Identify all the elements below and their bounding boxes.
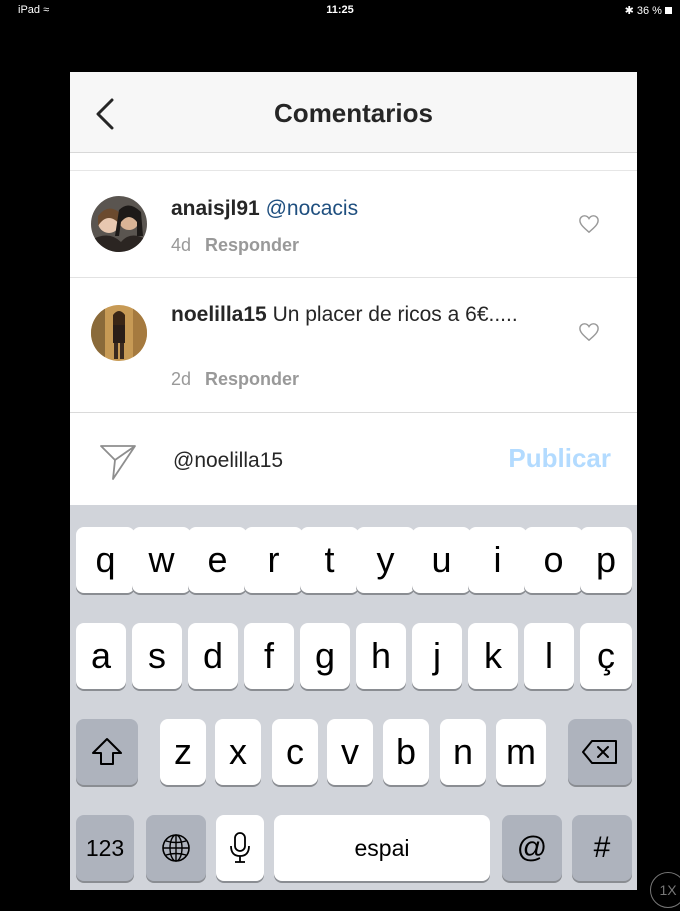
heart-icon[interactable]: [578, 322, 600, 342]
key[interactable]: b: [383, 719, 429, 785]
comment-composer: @noelilla15 Publicar: [70, 412, 637, 505]
at-key[interactable]: @: [502, 815, 562, 881]
key[interactable]: q: [76, 527, 135, 593]
key[interactable]: z: [160, 719, 206, 785]
comment-input[interactable]: @noelilla15: [173, 449, 283, 473]
avatar[interactable]: [91, 196, 147, 252]
key[interactable]: c: [272, 719, 318, 785]
key[interactable]: d: [188, 623, 238, 689]
key[interactable]: y: [356, 527, 415, 593]
key[interactable]: l: [524, 623, 574, 689]
key[interactable]: k: [468, 623, 518, 689]
status-bar: iPad ≈ 11:25 ✱ 36 %: [0, 0, 680, 22]
microphone-icon: [230, 832, 250, 863]
comment-text: anaisjl91 @nocacis: [171, 196, 561, 222]
comment-mention[interactable]: @nocacis: [266, 197, 359, 220]
backspace-icon: [582, 740, 617, 764]
battery-level: 36 %: [636, 5, 662, 17]
zoom-badge[interactable]: 1X: [650, 872, 680, 908]
header: Comentarios: [70, 72, 637, 153]
key[interactable]: h: [356, 623, 406, 689]
key[interactable]: j: [412, 623, 462, 689]
key[interactable]: u: [412, 527, 471, 593]
comment-username[interactable]: anaisjl91: [171, 197, 260, 220]
key[interactable]: e: [188, 527, 247, 593]
key[interactable]: f: [244, 623, 294, 689]
key[interactable]: t: [300, 527, 359, 593]
space-key[interactable]: espai: [274, 815, 490, 881]
reply-button[interactable]: Responder: [205, 235, 299, 255]
key[interactable]: w: [132, 527, 191, 593]
comments-panel: Comentarios anaisjl91 @nocacis 4d Respond…: [70, 72, 637, 505]
globe-key[interactable]: [146, 815, 206, 881]
key[interactable]: r: [244, 527, 303, 593]
backspace-key[interactable]: [568, 719, 632, 785]
key[interactable]: ç: [580, 623, 632, 689]
comment-username[interactable]: noelilla15: [171, 303, 267, 326]
avatar[interactable]: [91, 305, 147, 361]
comment-meta: 2d Responder: [171, 369, 299, 390]
key[interactable]: g: [300, 623, 350, 689]
comment-item: noelilla15 Un placer de ricos a 6€..... …: [70, 278, 637, 412]
hash-key[interactable]: #: [572, 815, 632, 881]
comment-text: noelilla15 Un placer de ricos a 6€.....: [171, 302, 561, 328]
key[interactable]: v: [327, 719, 373, 785]
comment-meta: 4d Responder: [171, 235, 299, 256]
on-screen-keyboard: q w e r t y u i o p a s d f g h j k l ç …: [70, 505, 637, 890]
numbers-key[interactable]: 123: [76, 815, 134, 881]
send-icon[interactable]: [98, 441, 138, 481]
shift-icon: [92, 738, 122, 765]
key[interactable]: x: [215, 719, 261, 785]
key[interactable]: n: [440, 719, 486, 785]
comment-body: Un placer de ricos a 6€.....: [272, 303, 518, 326]
publish-button[interactable]: Publicar: [508, 443, 611, 474]
key[interactable]: a: [76, 623, 126, 689]
status-time: 11:25: [326, 4, 354, 16]
page-title: Comentarios: [274, 98, 433, 128]
key[interactable]: o: [524, 527, 583, 593]
heart-icon[interactable]: [578, 214, 600, 234]
battery-icon: [665, 7, 672, 14]
key[interactable]: p: [580, 527, 632, 593]
key[interactable]: s: [132, 623, 182, 689]
shift-key[interactable]: [76, 719, 138, 785]
globe-icon: [162, 834, 190, 862]
status-right: ✱ 36 %: [625, 4, 672, 17]
comment-item: anaisjl91 @nocacis 4d Responder: [70, 171, 637, 278]
key[interactable]: m: [496, 719, 546, 785]
comment-age: 4d: [171, 235, 192, 255]
comment-age: 2d: [171, 369, 192, 389]
reply-button[interactable]: Responder: [205, 369, 299, 389]
key[interactable]: i: [468, 527, 527, 593]
dictation-key[interactable]: [216, 815, 264, 881]
bluetooth-icon: ✱: [624, 5, 634, 17]
